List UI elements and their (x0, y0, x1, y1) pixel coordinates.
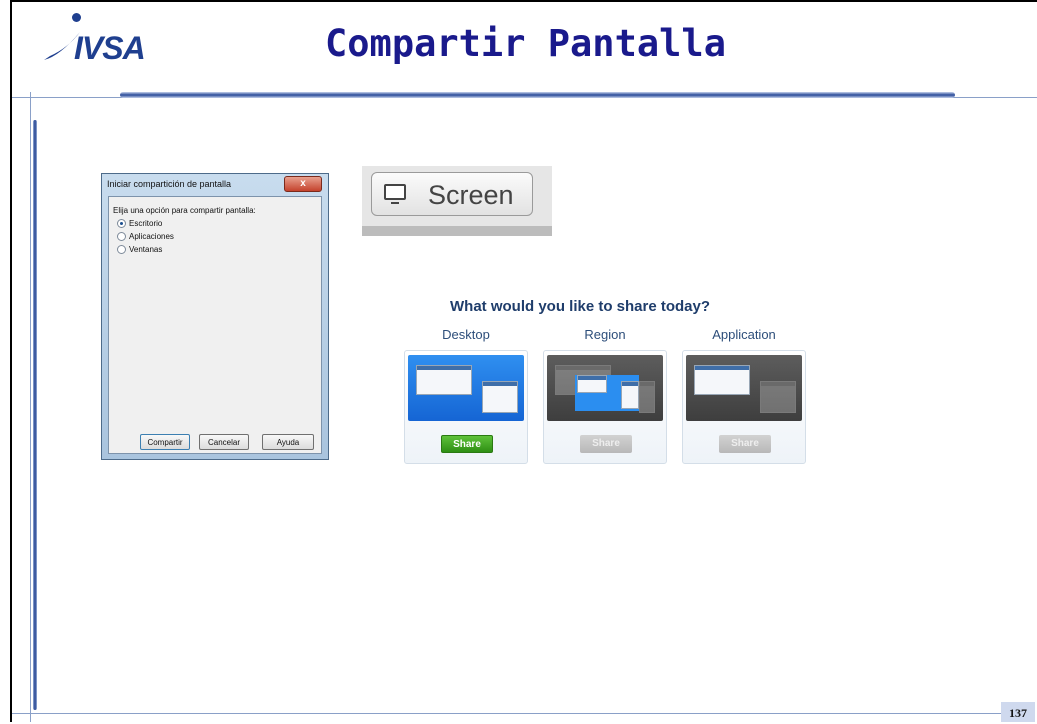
radio-option-escritorio[interactable]: Escritorio (117, 219, 162, 228)
footer-line (12, 713, 1002, 714)
compartir-button[interactable]: Compartir (140, 434, 190, 450)
desktop-preview (408, 355, 524, 421)
left-margin-line (30, 92, 31, 722)
window-icon (621, 381, 639, 409)
radio-label: Aplicaciones (129, 232, 174, 241)
frame-left-border (10, 0, 12, 722)
frame-top-border (10, 0, 1037, 2)
dialog-prompt: Elija una opción para compartir pantalla… (113, 206, 256, 215)
window-icon (482, 381, 518, 413)
radio-option-aplicaciones[interactable]: Aplicaciones (117, 232, 174, 241)
logo-text: IVSA (74, 30, 146, 66)
share-button-application[interactable]: Share (719, 435, 771, 453)
share-card-desktop[interactable]: Share (404, 350, 528, 464)
share-button-region[interactable]: Share (580, 435, 632, 453)
screen-button-label: Screen (428, 180, 514, 210)
ayuda-button[interactable]: Ayuda (262, 434, 314, 450)
radio-button[interactable] (117, 219, 126, 228)
share-card-application[interactable]: Share (682, 350, 806, 464)
share-screen-dialog: Iniciar compartición de pantalla x Elija… (101, 173, 329, 460)
cancelar-button[interactable]: Cancelar (199, 434, 249, 450)
header-divider-bar (120, 92, 955, 98)
radio-option-ventanas[interactable]: Ventanas (117, 245, 162, 254)
window-icon (577, 375, 607, 393)
dialog-body: Elija una opción para compartir pantalla… (108, 196, 322, 454)
ivsa-logo: IVSA (44, 13, 164, 78)
application-preview (686, 355, 802, 421)
window-icon (694, 365, 750, 395)
share-heading: What would you like to share today? (450, 298, 711, 315)
window-icon (639, 381, 655, 413)
slide: IVSA Compartir Pantalla Iniciar comparti… (0, 0, 1037, 722)
card-label-application: Application (712, 327, 776, 342)
card-label-region: Region (584, 327, 626, 342)
screen-button[interactable]: Screen (371, 172, 533, 216)
screen-toolbar-strip (362, 226, 552, 236)
radio-button[interactable] (117, 232, 126, 241)
region-preview (547, 355, 663, 421)
window-icon (760, 381, 796, 413)
radio-label: Ventanas (129, 245, 163, 254)
radio-button[interactable] (117, 245, 126, 254)
share-button-desktop[interactable]: Share (441, 435, 493, 453)
window-icon (416, 365, 472, 395)
close-button[interactable]: x (284, 176, 322, 192)
dialog-title: Iniciar compartición de pantalla (107, 179, 232, 189)
monitor-icon (384, 184, 406, 204)
page-number: 137 (1001, 702, 1035, 722)
card-label-desktop: Desktop (442, 327, 490, 342)
radio-label: Escritorio (129, 219, 163, 228)
left-accent-bar (33, 120, 37, 710)
logo-dot (72, 13, 81, 22)
share-card-region[interactable]: Share (543, 350, 667, 464)
page-title: Compartir Pantalla (325, 22, 726, 65)
